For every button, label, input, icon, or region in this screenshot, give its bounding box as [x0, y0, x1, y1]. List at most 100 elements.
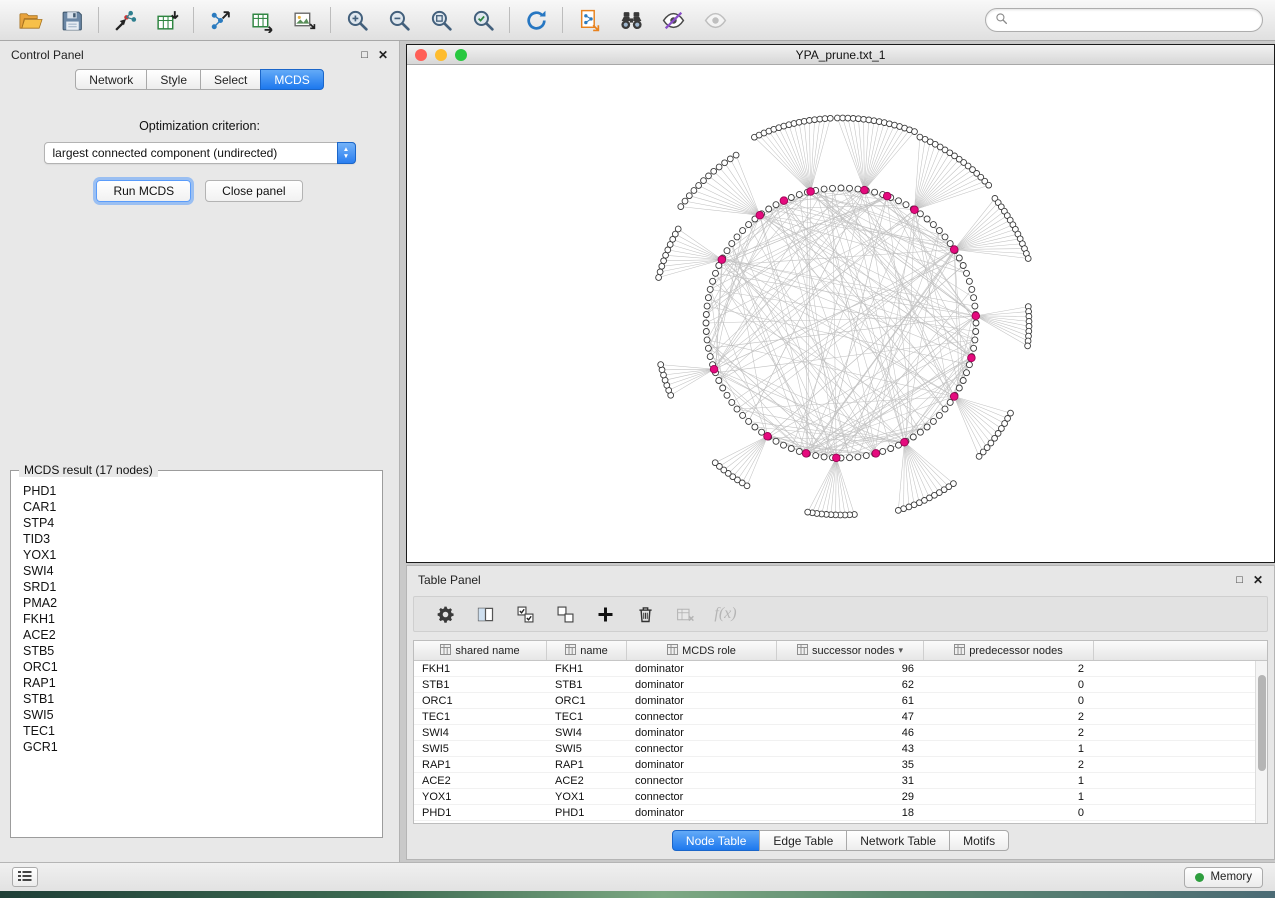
- table-row[interactable]: RAP1RAP1dominator352: [414, 757, 1255, 773]
- column-header-filler: [1094, 641, 1267, 660]
- table-cell: SWI4: [547, 727, 627, 739]
- select-all-icon[interactable]: [510, 600, 541, 628]
- table-cell: 61: [777, 695, 924, 707]
- run-mcds-button[interactable]: Run MCDS: [96, 180, 191, 202]
- table-row[interactable]: ORC1ORC1dominator610: [414, 693, 1255, 709]
- table-row[interactable]: FKH1FKH1dominator962: [414, 661, 1255, 677]
- deselect-all-icon[interactable]: [550, 600, 581, 628]
- table-row[interactable]: SWI5SWI5connector431: [414, 741, 1255, 757]
- export-network-icon[interactable]: [202, 5, 238, 35]
- mcds-result-item[interactable]: ACE2: [23, 627, 379, 643]
- status-bar: Memory: [0, 862, 1275, 891]
- table-scrollbar[interactable]: [1255, 661, 1267, 823]
- criterion-select-value: largest connected component (undirected): [53, 146, 278, 160]
- tab-select[interactable]: Select: [200, 69, 261, 90]
- import-network-icon[interactable]: [107, 5, 143, 35]
- graphics-details-icon[interactable]: [655, 5, 691, 35]
- tab-edge-table[interactable]: Edge Table: [759, 830, 847, 851]
- window-minimize-button[interactable]: [435, 49, 447, 61]
- mcds-result-item[interactable]: STP4: [23, 515, 379, 531]
- table-cell: STB1: [414, 679, 547, 691]
- refresh-icon[interactable]: [518, 5, 554, 35]
- toolbar-separator: [509, 7, 510, 33]
- mcds-result-item[interactable]: STB1: [23, 691, 379, 707]
- search-binoculars-icon[interactable]: [613, 5, 649, 35]
- column-header-name[interactable]: name: [547, 641, 627, 660]
- delete-column-icon[interactable]: [630, 600, 661, 628]
- mcds-result-item[interactable]: TEC1: [23, 723, 379, 739]
- tab-node-table[interactable]: Node Table: [672, 830, 761, 851]
- table-cell: PHD1: [547, 807, 627, 819]
- column-header-mcds-role[interactable]: MCDS role: [627, 641, 777, 660]
- mcds-result-item[interactable]: PMA2: [23, 595, 379, 611]
- table-row[interactable]: TEC1TEC1connector472: [414, 709, 1255, 725]
- mcds-result-item[interactable]: RAP1: [23, 675, 379, 691]
- search-input[interactable]: [1013, 13, 1253, 27]
- mcds-result-item[interactable]: SRD1: [23, 579, 379, 595]
- mcds-result-item[interactable]: ORC1: [23, 659, 379, 675]
- network-file-icon[interactable]: [571, 5, 607, 35]
- float-panel-icon[interactable]: □: [361, 50, 368, 61]
- float-table-panel-icon[interactable]: □: [1236, 575, 1243, 586]
- table-cell: 2: [924, 759, 1094, 771]
- close-table-panel-icon[interactable]: ✕: [1253, 574, 1263, 586]
- window-zoom-button[interactable]: [455, 49, 467, 61]
- save-icon[interactable]: [54, 5, 90, 35]
- mcds-result-list[interactable]: PHD1CAR1STP4TID3YOX1SWI4SRD1PMA2FKH1ACE2…: [23, 483, 379, 834]
- close-panel-icon[interactable]: ✕: [378, 49, 388, 61]
- mcds-result-item[interactable]: STB5: [23, 643, 379, 659]
- import-table-icon[interactable]: [149, 5, 185, 35]
- mcds-result-item[interactable]: TID3: [23, 531, 379, 547]
- table-cell: connector: [627, 743, 777, 755]
- function-builder-icon: f(x): [710, 600, 741, 628]
- mcds-result-item[interactable]: SWI4: [23, 563, 379, 579]
- column-grid-icon: [954, 644, 965, 658]
- export-image-icon[interactable]: [286, 5, 322, 35]
- tab-mcds[interactable]: MCDS: [260, 69, 323, 90]
- add-column-icon[interactable]: [590, 600, 621, 628]
- mcds-result-item[interactable]: GCR1: [23, 739, 379, 755]
- criterion-select[interactable]: largest connected component (undirected)…: [44, 142, 356, 164]
- close-panel-button[interactable]: Close panel: [205, 180, 302, 202]
- table-row[interactable]: YOX1YOX1connector291: [414, 789, 1255, 805]
- tab-motifs[interactable]: Motifs: [949, 830, 1009, 851]
- table-row[interactable]: PHD1PHD1dominator180: [414, 805, 1255, 821]
- table-row[interactable]: ACE2ACE2connector311: [414, 773, 1255, 789]
- table-row[interactable]: SWI4SWI4dominator462: [414, 725, 1255, 741]
- table-panel: Table Panel □ ✕ f(x) shared namenameMCDS…: [406, 565, 1275, 860]
- zoom-selected-icon[interactable]: [465, 5, 501, 35]
- network-graph[interactable]: [407, 65, 1274, 562]
- network-window-titlebar[interactable]: YPA_prune.txt_1: [407, 45, 1274, 65]
- export-table-icon[interactable]: [244, 5, 280, 35]
- gear-icon[interactable]: [430, 600, 461, 628]
- columns-icon[interactable]: [470, 600, 501, 628]
- table-row[interactable]: STB1STB1dominator620: [414, 677, 1255, 693]
- mcds-result-item[interactable]: YOX1: [23, 547, 379, 563]
- column-header-shared-name[interactable]: shared name: [414, 641, 547, 660]
- mcds-result-item[interactable]: FKH1: [23, 611, 379, 627]
- memory-button[interactable]: Memory: [1184, 867, 1263, 888]
- search-box[interactable]: [985, 8, 1263, 32]
- column-header-predecessor-nodes[interactable]: predecessor nodes: [924, 641, 1094, 660]
- table-cell: dominator: [627, 679, 777, 691]
- mcds-result-item[interactable]: SWI5: [23, 707, 379, 723]
- network-canvas[interactable]: [407, 65, 1274, 562]
- control-panel-title: Control Panel: [11, 48, 84, 62]
- zoom-fit-icon[interactable]: [423, 5, 459, 35]
- tab-style[interactable]: Style: [146, 69, 201, 90]
- node-table: shared namenameMCDS rolesuccessor nodes▾…: [413, 640, 1268, 824]
- table-cell: 47: [777, 711, 924, 723]
- scrollbar-thumb[interactable]: [1258, 675, 1266, 771]
- zoom-in-icon[interactable]: [339, 5, 375, 35]
- column-header-successor-nodes[interactable]: successor nodes▾: [777, 641, 924, 660]
- mcds-result-item[interactable]: CAR1: [23, 499, 379, 515]
- table-toolbar: f(x): [413, 596, 1268, 632]
- tab-network-table[interactable]: Network Table: [846, 830, 950, 851]
- tab-network[interactable]: Network: [75, 69, 147, 90]
- open-icon[interactable]: [12, 5, 48, 35]
- mcds-result-item[interactable]: PHD1: [23, 483, 379, 499]
- window-close-button[interactable]: [415, 49, 427, 61]
- zoom-out-icon[interactable]: [381, 5, 417, 35]
- panel-selector-button[interactable]: [12, 867, 38, 887]
- control-panel: Control Panel □ ✕ NetworkStyleSelectMCDS…: [0, 41, 400, 862]
